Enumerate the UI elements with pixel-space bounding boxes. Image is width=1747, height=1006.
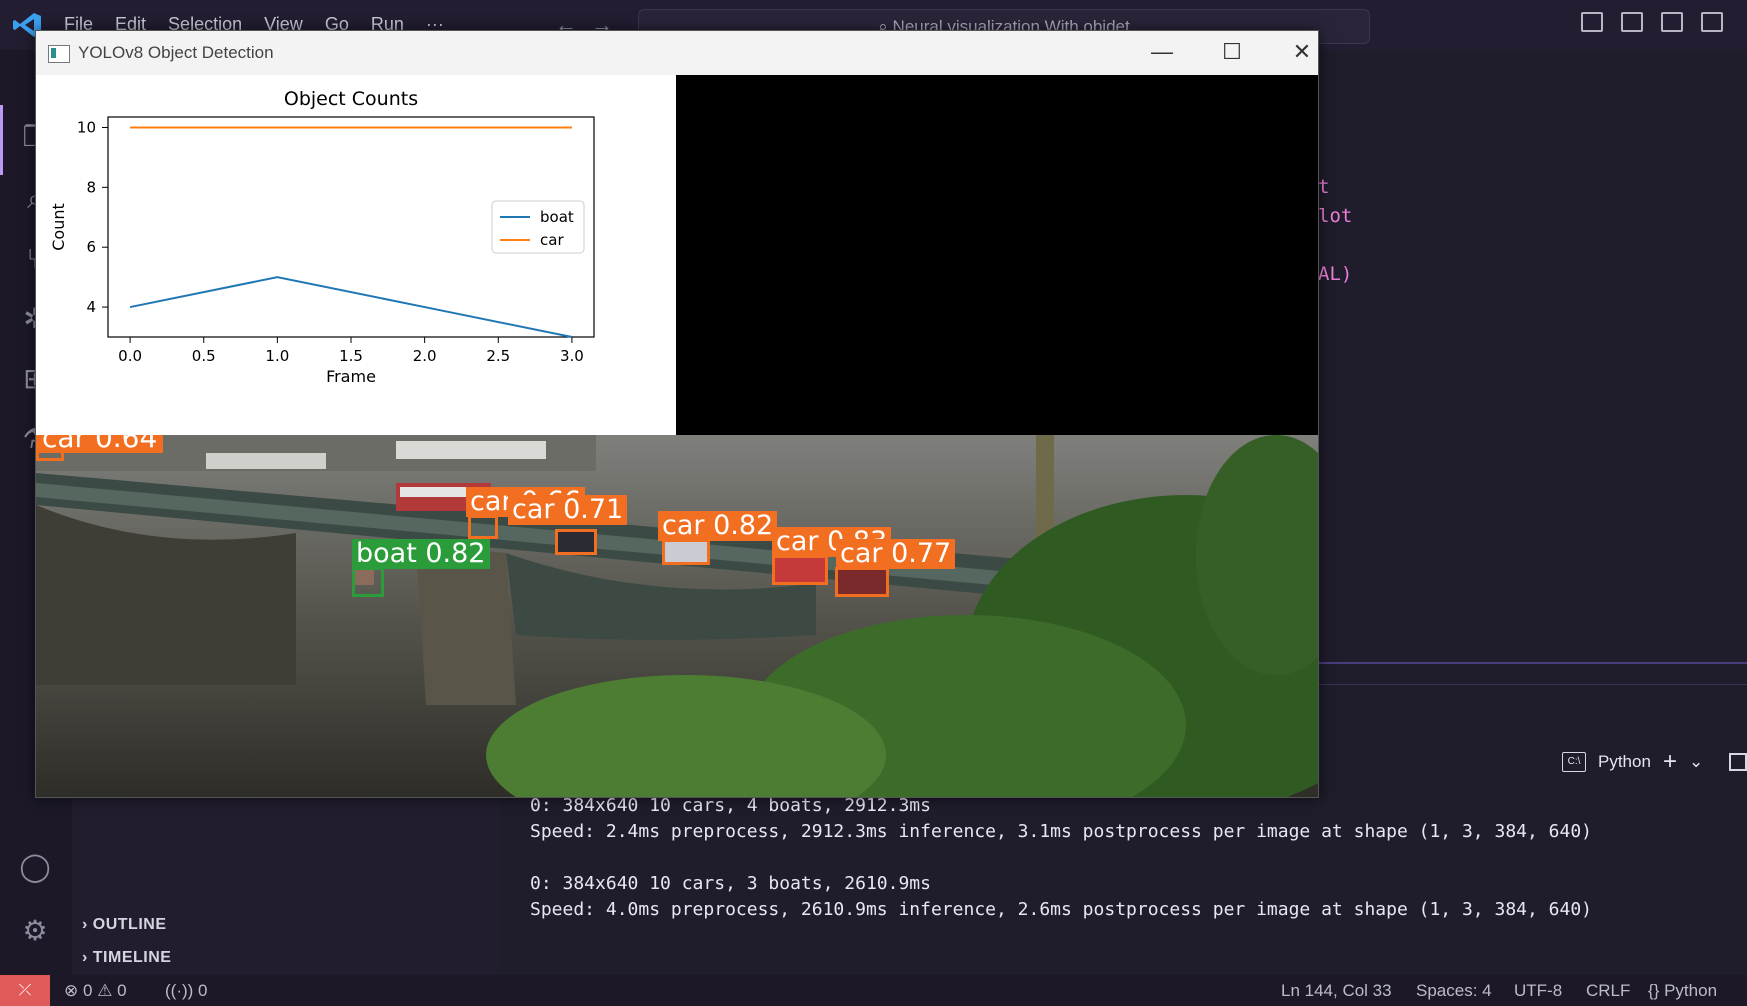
- new-terminal-icon[interactable]: +: [1663, 748, 1677, 776]
- legend-label-car: car: [540, 231, 564, 249]
- boat-detection-label: boat 0.82: [352, 539, 490, 569]
- toggle-secondary-sidebar-icon[interactable]: [1661, 12, 1683, 32]
- car-detection-label: car 0.82: [658, 511, 778, 541]
- cursor-position[interactable]: Ln 144, Col 33: [1281, 981, 1392, 1001]
- legend-label-boat: boat: [540, 208, 574, 226]
- terminal-line: 0: 384x640 10 cars, 3 boats, 2610.9ms: [530, 873, 931, 894]
- y-tick-label: 6: [86, 238, 96, 256]
- x-tick-label: 2.0: [413, 347, 437, 365]
- car-detection-box: [835, 567, 889, 597]
- code-fragment: t: [1318, 176, 1330, 198]
- car-detection-box: [468, 515, 498, 539]
- y-axis-label: Count: [49, 203, 68, 251]
- code-fragment: lot: [1318, 205, 1353, 227]
- car-detection-box: [555, 529, 597, 555]
- boat-detection-box: [352, 567, 384, 597]
- chevron-right-icon: ›: [82, 949, 88, 966]
- outline-section[interactable]: › OUTLINE: [82, 916, 167, 934]
- toggle-panel-icon[interactable]: [1621, 12, 1643, 32]
- terminal-icon: C:\: [1562, 752, 1586, 772]
- ports-status[interactable]: ((·)) 0: [165, 981, 208, 1001]
- code-fragment: AL): [1318, 263, 1353, 285]
- y-tick-label: 8: [86, 178, 96, 196]
- terminal-profile-label[interactable]: Python: [1598, 752, 1651, 772]
- warning-count: 0: [117, 981, 127, 1000]
- car-detection-label: car 0.64: [36, 435, 164, 453]
- minimize-icon[interactable]: —: [1142, 37, 1182, 67]
- x-tick-label: 2.5: [486, 347, 510, 365]
- language-label: Python: [1664, 981, 1718, 1000]
- problems-status[interactable]: ⊗ 0 ⚠ 0: [64, 981, 127, 1001]
- empty-frame-pane: [676, 75, 1318, 435]
- close-icon[interactable]: ✕: [1282, 37, 1322, 67]
- customize-layout-icon[interactable]: [1701, 12, 1723, 32]
- outline-label: OUTLINE: [92, 916, 167, 933]
- terminal-line: 0: 384x640 10 cars, 4 boats, 2912.3ms: [530, 795, 931, 816]
- language-status[interactable]: {} Python: [1648, 981, 1717, 1001]
- y-tick-label: 10: [77, 118, 96, 136]
- object-counts-chart: Object Counts 0.0 0.5 1.0 1.5 2.0 2.5 3.0 4 6 8 10 F…: [36, 75, 676, 435]
- timeline-section[interactable]: › TIMELINE: [82, 949, 171, 967]
- broadcast-icon: ((·)): [165, 981, 194, 1000]
- status-bar: ⤫ ⊗ 0 ⚠ 0 ((·)) 0 Ln 144, Col 33 Spaces:…: [0, 975, 1747, 1006]
- x-tick-label: 0.0: [118, 347, 142, 365]
- x-axis-label: Frame: [326, 367, 376, 386]
- split-terminal-icon[interactable]: [1729, 753, 1747, 771]
- warning-icon: ⚠: [97, 981, 113, 1000]
- eol-status[interactable]: CRLF: [1586, 981, 1630, 1001]
- encoding-status[interactable]: UTF-8: [1514, 981, 1562, 1001]
- y-tick-label: 4: [86, 298, 96, 316]
- remote-indicator-icon[interactable]: ⤫: [0, 975, 50, 1006]
- chevron-down-icon[interactable]: ⌄: [1689, 752, 1703, 772]
- active-indicator: [0, 105, 3, 175]
- terminal-line: Speed: 4.0ms preprocess, 2610.9ms infere…: [530, 899, 1593, 920]
- braces-icon: {}: [1648, 981, 1660, 1000]
- ports-count: 0: [198, 981, 208, 1000]
- terminal-toolbar: C:\ Python + ⌄: [1562, 748, 1747, 776]
- toggle-sidebar-icon[interactable]: [1581, 12, 1603, 32]
- x-tick-label: 1.0: [265, 347, 289, 365]
- scene-svg: [36, 435, 1318, 797]
- account-icon[interactable]: ◯: [18, 850, 52, 884]
- timeline-label: TIMELINE: [92, 949, 172, 966]
- terminal-line: Speed: 2.4ms preprocess, 2912.3ms infere…: [530, 821, 1593, 842]
- x-tick-label: 0.5: [192, 347, 216, 365]
- car-detection-box: [662, 539, 710, 565]
- chart-title: Object Counts: [284, 88, 418, 110]
- app-window-icon: [48, 45, 70, 63]
- detection-frame: car 0.64 car 0.66 car 0.71 car 0.82 car …: [36, 435, 1318, 797]
- settings-gear-icon[interactable]: ⚙: [18, 914, 52, 948]
- maximize-icon[interactable]: ☐: [1212, 37, 1252, 67]
- chevron-right-icon: ›: [82, 916, 88, 933]
- series-line-boat: [129, 276, 573, 338]
- indentation-status[interactable]: Spaces: 4: [1416, 981, 1492, 1001]
- car-detection-label: car 0.77: [836, 539, 956, 569]
- cv-window-title: YOLOv8 Object Detection: [78, 43, 274, 62]
- car-detection-label: car 0.71: [508, 495, 628, 525]
- error-icon: ⊗: [64, 981, 79, 1000]
- cv-window-titlebar[interactable]: YOLOv8 Object Detection — ☐ ✕: [36, 31, 1318, 75]
- x-tick-label: 1.5: [339, 347, 363, 365]
- chart-svg: Object Counts 0.0 0.5 1.0 1.5 2.0 2.5 3.0 4 6 8 10 F…: [49, 88, 595, 386]
- yolo-detection-window[interactable]: YOLOv8 Object Detection — ☐ ✕ Object Cou…: [35, 30, 1319, 798]
- x-tick-label: 3.0: [560, 347, 584, 365]
- error-count: 0: [82, 981, 93, 1000]
- car-detection-box: [772, 555, 828, 585]
- layout-controls: [1581, 12, 1723, 32]
